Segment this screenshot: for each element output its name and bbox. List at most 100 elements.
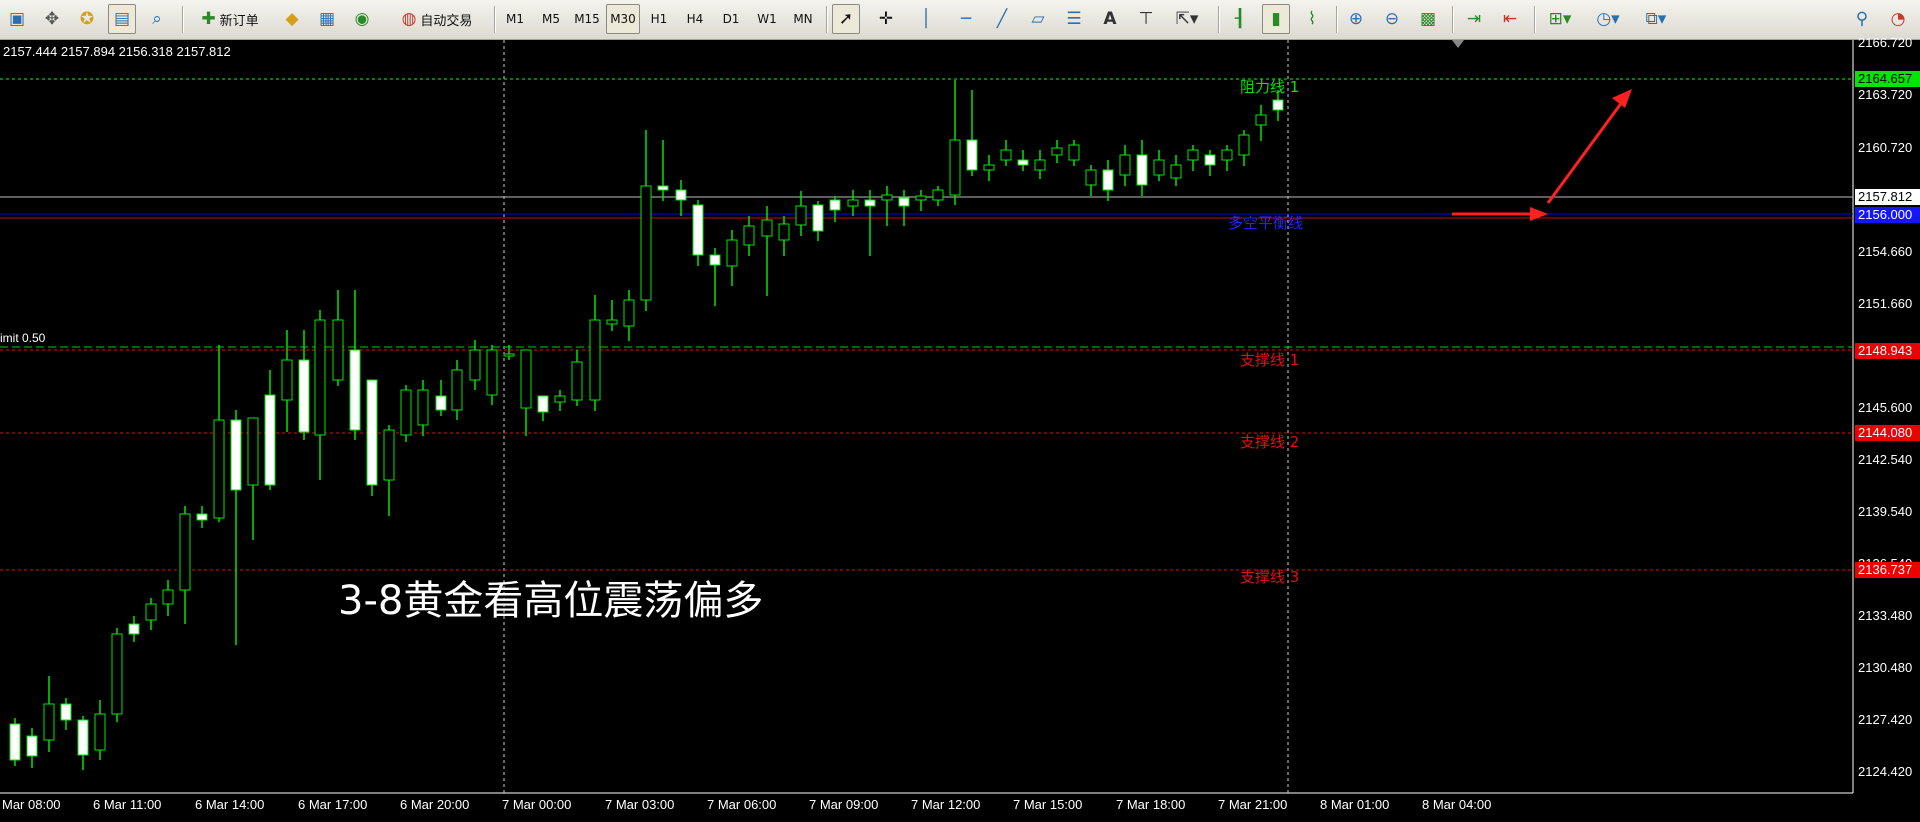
bar-chart-icon[interactable]: ┨: [1226, 4, 1254, 34]
terminal-icon[interactable]: ▦: [313, 4, 341, 34]
time-axis-label: 6 Mar 20:00: [400, 797, 470, 812]
candle-body: [1017, 159, 1029, 166]
candle-body: [1034, 159, 1046, 171]
candle-body: [111, 633, 123, 715]
separator: [1336, 6, 1338, 33]
timeframe-mn[interactable]: MN: [786, 4, 820, 34]
price-axis-label: 2160.720: [1858, 140, 1913, 155]
time-axis-label: 6 Mar 17:00: [298, 797, 368, 812]
candle-chart-icon[interactable]: ▮: [1262, 4, 1290, 34]
candle-body: [264, 394, 276, 486]
price-axis-label: 2151.660: [1858, 296, 1913, 311]
zoom-window-icon[interactable]: ⌕: [143, 4, 171, 34]
tile-windows-icon[interactable]: ▩: [1414, 4, 1442, 34]
timeframe-m30[interactable]: M30: [606, 4, 640, 34]
horizontal-line-icon[interactable]: ─: [952, 4, 980, 34]
price-axis-label: 2145.600: [1858, 400, 1913, 415]
candle-body: [864, 199, 876, 207]
chart-area[interactable]: [0, 40, 1920, 822]
candle-body: [571, 361, 583, 401]
separator: [1218, 6, 1220, 33]
candle-body: [1102, 169, 1114, 191]
new-chart-icon[interactable]: ▣: [3, 4, 31, 34]
data-window-icon[interactable]: ▤: [108, 4, 136, 34]
candle-body: [230, 419, 242, 491]
candle-body: [349, 349, 361, 431]
separator: [182, 6, 184, 33]
time-axis-label: 7 Mar 09:00: [809, 797, 879, 812]
chat-icon[interactable]: ◔: [1884, 4, 1912, 34]
candle-body: [537, 395, 549, 413]
templates-icon[interactable]: ⧉▾: [1636, 4, 1676, 34]
auto-trade-button[interactable]: ◍ 自动交易: [386, 4, 488, 34]
time-axis-label: 7 Mar 21:00: [1218, 797, 1288, 812]
search-icon[interactable]: ⚲: [1848, 4, 1876, 34]
candle-body: [847, 199, 859, 207]
chart-gold-icon[interactable]: ◆: [278, 4, 306, 34]
time-axis-label: 7 Mar 15:00: [1013, 797, 1083, 812]
candlestick-chart[interactable]: [0, 40, 1920, 822]
time-axis-label: 7 Mar 06:00: [707, 797, 777, 812]
timeframe-m1[interactable]: M1: [498, 4, 532, 34]
candle-body: [554, 395, 566, 403]
resistance-1-label: 阻力线 1: [1240, 78, 1300, 96]
auto-trade-label: 自动交易: [420, 13, 473, 29]
timeframe-h4[interactable]: H4: [678, 4, 712, 34]
support-1-price-tag: 2148.943: [1855, 343, 1920, 359]
candle-body: [1170, 164, 1182, 179]
signals-icon[interactable]: ◉: [348, 4, 376, 34]
indicators-icon[interactable]: ⊞▾: [1540, 4, 1580, 34]
zoom-out-icon[interactable]: ⊖: [1378, 4, 1406, 34]
candle-body: [932, 189, 944, 201]
crosshair-icon[interactable]: ✛: [872, 4, 900, 34]
separator: [494, 6, 496, 33]
candle-body: [162, 589, 174, 605]
candle-body: [881, 194, 893, 201]
trendline-icon[interactable]: ╱: [988, 4, 1016, 34]
support-2-label: 支撑线 2: [1240, 433, 1300, 451]
candle-body: [743, 225, 755, 246]
price-axis-label: 2166.720: [1858, 35, 1913, 50]
candle-body: [60, 703, 72, 721]
candle-body: [1238, 134, 1250, 156]
auto-trade-icon: ◍: [401, 9, 417, 29]
zoom-in-icon[interactable]: ⊕: [1342, 4, 1370, 34]
text-label-icon[interactable]: ⊤: [1132, 4, 1160, 34]
arrows-icon[interactable]: ⇱▾: [1168, 4, 1206, 34]
periods-icon[interactable]: ◷▾: [1588, 4, 1628, 34]
toolbar: ▣ ✥ ✪ ▤ ⌕ ✚ 新订单 ◆ ▦ ◉ ◍ 自动交易 M1 M5 M15 M…: [0, 0, 1920, 40]
timeframe-w1[interactable]: W1: [750, 4, 784, 34]
new-order-button[interactable]: ✚ 新订单: [188, 4, 272, 34]
fibonacci-icon[interactable]: ☰: [1060, 4, 1088, 34]
channel-icon[interactable]: ▱: [1024, 4, 1052, 34]
price-axis-label: 2133.480: [1858, 608, 1913, 623]
candle-body: [812, 204, 824, 232]
candle-body: [709, 254, 721, 266]
candle-body: [1051, 147, 1063, 156]
forecast-arrow-up-head: [1612, 89, 1632, 108]
move-icon[interactable]: ✥: [38, 4, 66, 34]
line-chart-icon[interactable]: ⌇: [1298, 4, 1326, 34]
candle-body: [298, 359, 310, 433]
candle-body: [966, 139, 978, 171]
chart-shift-icon[interactable]: ⇤: [1496, 4, 1524, 34]
timeframe-m15[interactable]: M15: [570, 4, 604, 34]
candle-body: [383, 429, 395, 481]
autoscroll-icon[interactable]: ⇥: [1460, 4, 1488, 34]
price-axis-label: 2127.420: [1858, 712, 1913, 727]
candle-body: [829, 199, 841, 211]
candle-body: [1119, 154, 1131, 176]
candle-body: [1272, 99, 1284, 111]
resistance-1-price-tag: 2164.657: [1855, 71, 1920, 87]
candle-body: [43, 703, 55, 741]
text-icon[interactable]: A: [1096, 4, 1124, 34]
candle-body: [469, 349, 481, 381]
favorites-icon[interactable]: ✪: [73, 4, 101, 34]
timeframe-d1[interactable]: D1: [714, 4, 748, 34]
timeframe-h1[interactable]: H1: [642, 4, 676, 34]
candle-body: [795, 205, 807, 226]
cursor-icon[interactable]: ➚: [832, 4, 860, 34]
timeframe-m5[interactable]: M5: [534, 4, 568, 34]
candle-body: [1000, 149, 1012, 161]
vertical-line-icon[interactable]: │: [912, 4, 940, 34]
